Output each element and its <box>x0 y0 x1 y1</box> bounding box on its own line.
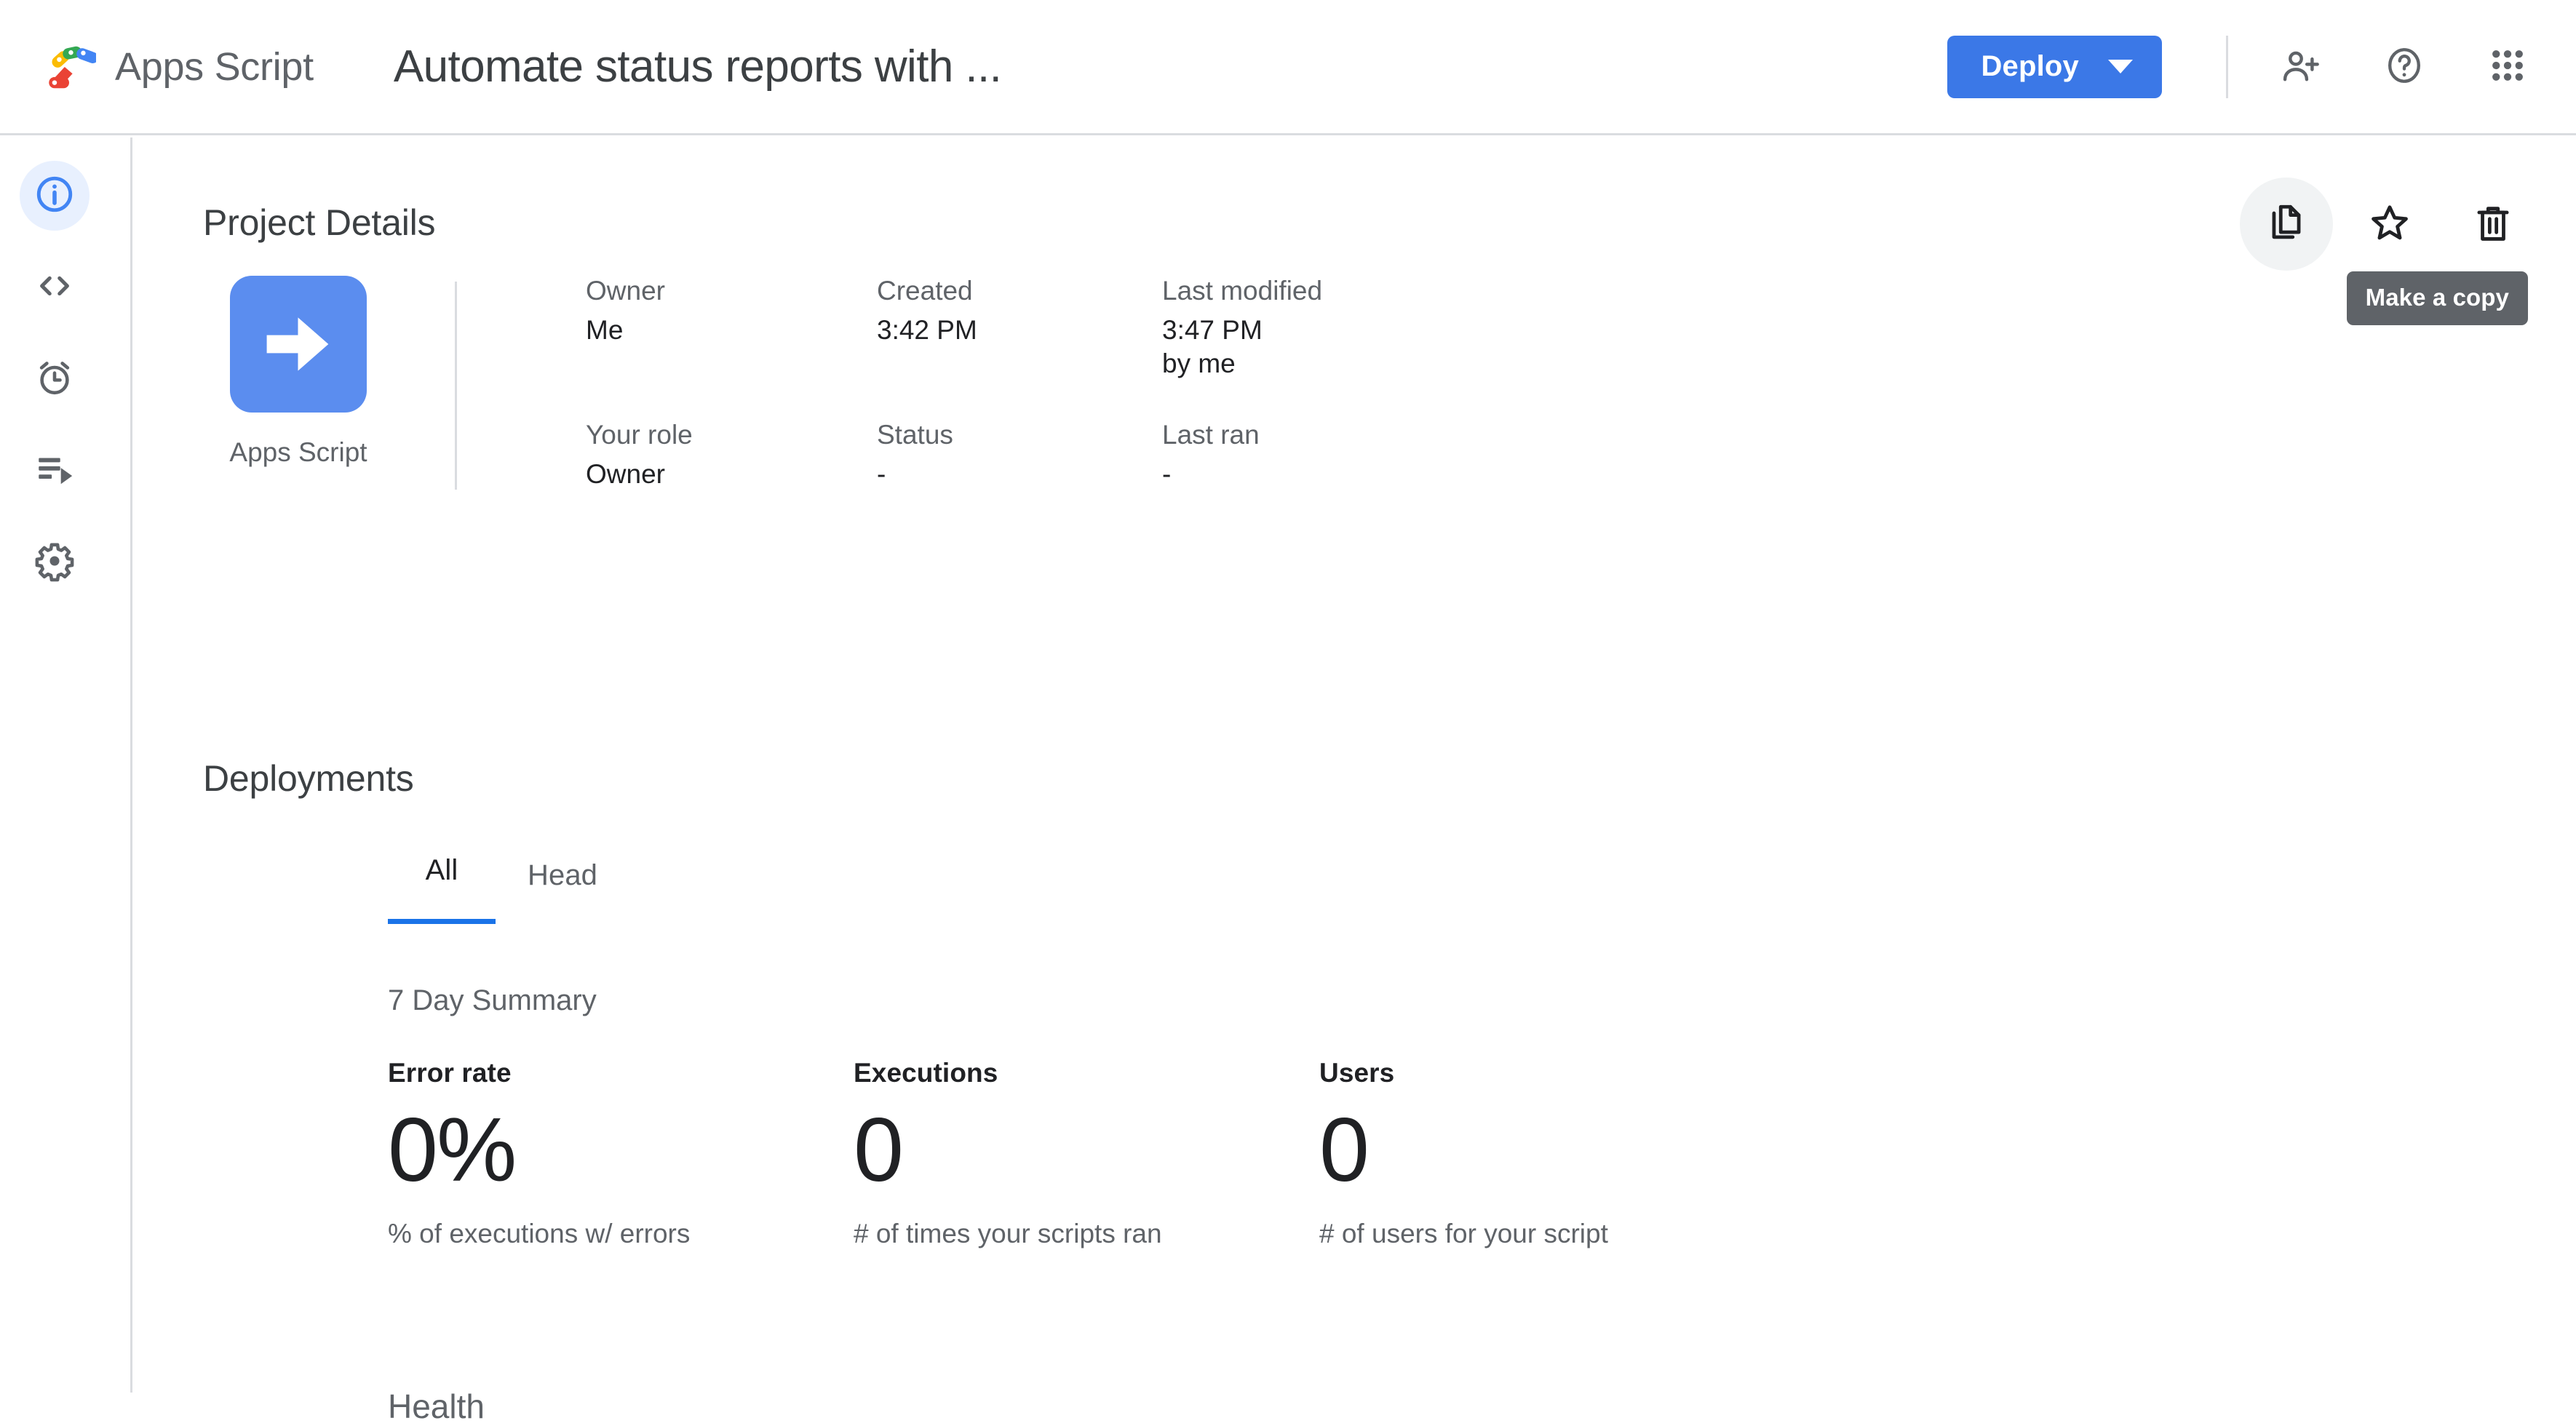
field-label: Owner <box>586 276 665 306</box>
stat-label: Users <box>1319 1058 1395 1088</box>
field-status: Status - <box>877 420 1162 491</box>
health-heading: Health <box>388 1387 485 1425</box>
field-label: Last modified <box>1162 276 1323 306</box>
field-value: 3:47 PM by me <box>1162 315 1263 379</box>
header-actions: Deploy <box>1947 32 2543 102</box>
brand-label: Apps Script <box>115 44 314 89</box>
person-add-icon <box>2281 45 2321 88</box>
apps-script-logo <box>42 40 96 94</box>
app-header: Apps Script Automate status reports with… <box>0 0 2576 135</box>
chevron-down-icon <box>2108 60 2133 73</box>
make-a-copy-button[interactable] <box>2240 178 2333 271</box>
stat-users: Users 0 # of users for your script <box>1319 1058 1785 1249</box>
deploy-label: Deploy <box>1981 50 2079 82</box>
field-label: Last ran <box>1162 420 1260 450</box>
copy-icon <box>2264 201 2309 248</box>
project-actions <box>2240 178 2540 271</box>
field-value: - <box>1162 459 1172 489</box>
help-button[interactable] <box>2369 32 2439 102</box>
stat-description: # of times your scripts ran <box>854 1218 1162 1248</box>
gear-icon <box>33 540 76 586</box>
deployments-tabs: All Head <box>388 854 613 924</box>
field-value: 3:42 PM <box>877 315 977 345</box>
field-your-role: Your role Owner <box>586 420 877 491</box>
sidebar-item-executions[interactable] <box>20 436 90 506</box>
field-last-modified: Last modified 3:47 PM by me <box>1162 276 1322 420</box>
stat-error-rate: Error rate 0% % of executions w/ errors <box>388 1058 854 1249</box>
field-label: Created <box>877 276 973 306</box>
stat-value: 0 <box>854 1100 904 1200</box>
project-type-label: Apps Script <box>229 437 367 467</box>
field-value: - <box>877 459 886 489</box>
field-label: Your role <box>586 420 693 450</box>
stat-executions: Executions 0 # of times your scripts ran <box>854 1058 1319 1249</box>
project-type: Apps Script <box>203 276 394 491</box>
field-owner: Owner Me <box>586 276 877 420</box>
field-value: Owner <box>586 459 665 489</box>
tab-head[interactable]: Head <box>512 859 613 924</box>
deployments-heading: Deployments <box>203 758 414 799</box>
delete-button[interactable] <box>2446 178 2540 271</box>
sidebar-item-overview[interactable] <box>20 161 90 231</box>
field-label: Status <box>877 420 953 450</box>
field-last-ran: Last ran - <box>1162 420 1322 491</box>
project-details-heading: Project Details <box>203 202 436 243</box>
stat-label: Error rate <box>388 1058 512 1088</box>
stat-value: 0 <box>1319 1100 1370 1200</box>
document-title[interactable]: Automate status reports with ... <box>394 41 1002 92</box>
sidebar-item-editor[interactable] <box>20 252 90 322</box>
main-content: Project Details Make a copy Apps Script … <box>135 138 2576 1425</box>
alarm-clock-icon <box>33 356 76 402</box>
tab-all[interactable]: All <box>388 854 496 924</box>
sidebar-item-triggers[interactable] <box>20 344 90 414</box>
seven-day-summary-heading: 7 Day Summary <box>388 984 597 1016</box>
sidebar-item-project-settings[interactable] <box>20 527 90 597</box>
help-circle-icon <box>2383 44 2425 89</box>
executions-list-play-icon <box>33 448 76 494</box>
project-fields: Owner Me Created 3:42 PM Last modified 3… <box>586 276 1322 491</box>
apps-grid-icon <box>2488 46 2527 87</box>
arrow-right-square-icon <box>230 276 367 413</box>
project-info-divider <box>455 282 457 490</box>
project-info-row: Apps Script Owner Me Created 3:42 PM Las… <box>203 276 1322 491</box>
header-divider <box>2226 35 2228 98</box>
info-circle-icon <box>33 173 76 219</box>
stat-description: % of executions w/ errors <box>388 1218 691 1248</box>
left-nav-rail <box>0 138 132 1393</box>
google-apps-button[interactable] <box>2473 32 2543 102</box>
stat-description: # of users for your script <box>1319 1218 1608 1248</box>
person-add-button[interactable] <box>2266 32 2336 102</box>
summary-stats: Error rate 0% % of executions w/ errors … <box>388 1058 1785 1249</box>
brand[interactable]: Apps Script <box>42 40 314 94</box>
make-a-copy-tooltip: Make a copy <box>2346 271 2528 325</box>
field-value: Me <box>586 315 624 345</box>
star-button[interactable] <box>2343 178 2436 271</box>
field-created: Created 3:42 PM <box>877 276 1162 420</box>
stat-label: Executions <box>854 1058 998 1088</box>
stat-value: 0% <box>388 1100 517 1200</box>
star-outline-icon <box>2367 201 2412 248</box>
deploy-button[interactable]: Deploy <box>1947 35 2162 98</box>
code-brackets-icon <box>33 265 76 311</box>
trash-icon <box>2470 201 2516 248</box>
